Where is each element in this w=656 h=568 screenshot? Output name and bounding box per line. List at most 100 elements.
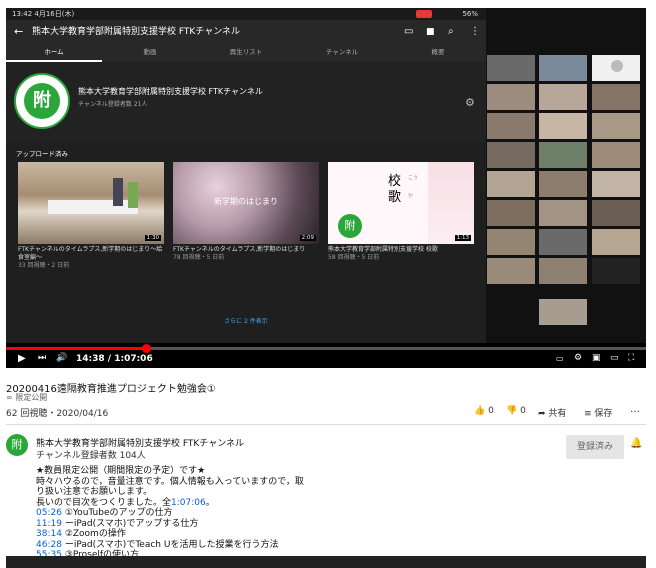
- description-text: 長いので目次をつくりました。全: [36, 497, 172, 508]
- show-more-link[interactable]: さらに 2 件表示: [6, 316, 486, 325]
- description-line: ★教員限定公開（期間限定の予定）です★: [36, 466, 206, 476]
- participant-tile[interactable]: [591, 257, 641, 285]
- video-title: FTKチャンネルのタイムラプス,新学期のはじまり〜給食室編〜: [18, 246, 163, 261]
- chapter-time-link[interactable]: 46:28: [36, 540, 62, 550]
- channel-avatar[interactable]: 附: [6, 434, 28, 456]
- participant-tile[interactable]: [591, 170, 641, 198]
- cast-icon[interactable]: ▭: [404, 20, 413, 44]
- participant-tile[interactable]: [591, 199, 641, 227]
- chapter-text: ①YouTubeのアップの仕方: [64, 508, 173, 518]
- fullscreen-icon[interactable]: ⛶: [628, 353, 634, 363]
- subscribe-button[interactable]: 登録済み: [566, 435, 624, 459]
- battery-level: 56%: [462, 10, 478, 18]
- participant-tile[interactable]: [538, 141, 588, 169]
- tab-home[interactable]: ホーム: [6, 44, 102, 62]
- more-vert-icon[interactable]: ⋮: [470, 20, 480, 44]
- captions-icon[interactable]: ▭: [556, 354, 564, 363]
- blossom-shape: [428, 162, 474, 244]
- chapter-row: 46:28 ーiPad(スマホ)でTeach Uを活用した授業を行う方法: [36, 540, 376, 551]
- chapter-row: 11:19 ーiPad(スマホ)でアップする仕方: [36, 519, 376, 530]
- participant-tile[interactable]: [538, 170, 588, 198]
- video-title: 熊本大学教育学部附属特別支援学校 校歌: [328, 246, 438, 253]
- participant-tile[interactable]: [538, 257, 588, 285]
- participant-tile[interactable]: [538, 54, 588, 82]
- camera-icon[interactable]: ■: [426, 20, 435, 44]
- participant-tile[interactable]: [538, 298, 588, 326]
- participant-tile[interactable]: [486, 112, 536, 140]
- like-button[interactable]: 👍 0: [474, 406, 494, 416]
- person-shape: [113, 178, 123, 206]
- participant-tile[interactable]: [486, 199, 536, 227]
- participant-tile[interactable]: [591, 112, 641, 140]
- settings-gear-icon[interactable]: ⚙: [465, 96, 475, 109]
- chapter-text: ーiPad(スマホ)でTeach Uを活用した授業を行う方法: [64, 539, 279, 550]
- video-thumbnail-2[interactable]: 新学期のはじまり 2:09: [173, 162, 319, 244]
- channel-name: 熊本大学教育学部附属特別支援学校 FTKチャンネル: [78, 87, 263, 96]
- volume-icon[interactable]: 🔊: [56, 353, 67, 363]
- tab-channels[interactable]: チャンネル: [294, 44, 390, 60]
- video-meta-2[interactable]: FTKチャンネルのタイムラプス,新学期のはじまり 78 回視聴・5 日前: [173, 246, 323, 262]
- thumbnail-caption: 校歌: [388, 174, 402, 205]
- participant-tile[interactable]: [486, 257, 536, 285]
- like-count: 0: [488, 406, 494, 416]
- participant-tile[interactable]: [538, 199, 588, 227]
- participant-tile[interactable]: [486, 54, 536, 82]
- participant-tile[interactable]: [486, 170, 536, 198]
- video-meta-3[interactable]: 熊本大学教育学部附属特別支援学校 校歌 58 回視聴・5 日前: [328, 246, 478, 262]
- timestamp-link[interactable]: 1:07:06: [171, 498, 206, 508]
- miniplayer-icon[interactable]: ▣: [592, 353, 601, 363]
- participant-tile[interactable]: [591, 54, 641, 82]
- chapter-time-link[interactable]: 11:19: [36, 519, 62, 529]
- participant-gallery: [486, 8, 646, 343]
- dislike-button[interactable]: 👎 0: [506, 406, 526, 416]
- video-meta-1[interactable]: FTKチャンネルのタイムラプス,新学期のはじまり〜給食室編〜 33 回視聴・2 …: [18, 246, 168, 270]
- tab-about[interactable]: 概要: [390, 44, 486, 60]
- table-shape: [48, 200, 138, 214]
- settings-icon[interactable]: ⚙: [574, 353, 582, 363]
- back-arrow-icon[interactable]: ←: [14, 20, 23, 44]
- participant-tile[interactable]: [591, 141, 641, 169]
- visibility-badge: ∞ 限定公開: [6, 392, 47, 403]
- theater-icon[interactable]: ▭: [610, 353, 619, 363]
- bell-icon[interactable]: 🔔: [630, 438, 642, 449]
- channel-logo: 附: [14, 73, 70, 129]
- tab-videos[interactable]: 動画: [102, 44, 198, 60]
- app-bar: ← 熊本大学教育学部附属特別支援学校 FTKチャンネル ▭ ■ ⌕ ⋮: [6, 20, 486, 44]
- participant-tile[interactable]: [486, 141, 536, 169]
- participant-tile[interactable]: [486, 228, 536, 256]
- participant-tile[interactable]: [591, 83, 641, 111]
- chapter-row: 05:26 ①YouTubeのアップの仕方: [36, 508, 376, 519]
- uploads-section: アップロード済み 1:30 FTKチャンネルのタイムラプス,新学期のはじまり〜給…: [6, 142, 486, 343]
- link-icon: ∞: [6, 393, 13, 402]
- participant-tile[interactable]: [486, 83, 536, 111]
- description: ★教員限定公開（期間限定の予定）です★ 時々ハウるので，音量注意です。個人情報も…: [36, 466, 376, 561]
- save-button[interactable]: ≡ 保存: [584, 406, 612, 419]
- duration-badge: 2:09: [299, 235, 316, 241]
- description-line: り扱い注意でお願いします。: [36, 487, 153, 497]
- video-thumbnail-3[interactable]: 校歌 こう か 附 1:13: [328, 162, 474, 244]
- playlist-add-icon: ≡: [584, 409, 592, 419]
- save-label: 保存: [594, 409, 613, 419]
- share-label: 共有: [548, 409, 567, 419]
- search-icon[interactable]: ⌕: [448, 20, 454, 44]
- dislike-count: 0: [520, 406, 526, 416]
- play-icon[interactable]: ▶: [18, 353, 26, 364]
- chapter-time-link[interactable]: 38:14: [36, 529, 62, 539]
- video-thumbnail-1[interactable]: 1:30: [18, 162, 164, 244]
- tab-playlists[interactable]: 再生リスト: [198, 44, 294, 60]
- more-actions-icon[interactable]: …: [630, 404, 640, 415]
- channel-tabs: ホーム 動画 再生リスト チャンネル 概要: [6, 44, 486, 62]
- thumbnail-caption: 新学期のはじまり: [214, 197, 278, 206]
- video-views: 58 回視聴・5 日前: [328, 254, 380, 261]
- participant-tile[interactable]: [538, 228, 588, 256]
- next-icon[interactable]: ⏭: [38, 353, 46, 363]
- chapter-time-link[interactable]: 05:26: [36, 508, 62, 518]
- duration-badge: 1:30: [144, 235, 161, 241]
- time-display: 14:38 / 1:07:06: [76, 354, 153, 364]
- participant-tile[interactable]: [538, 83, 588, 111]
- participant-tile[interactable]: [538, 112, 588, 140]
- furigana-2: か: [408, 193, 414, 199]
- share-button[interactable]: ➦ 共有: [538, 406, 566, 419]
- share-icon: ➦: [538, 409, 546, 419]
- participant-tile[interactable]: [591, 228, 641, 256]
